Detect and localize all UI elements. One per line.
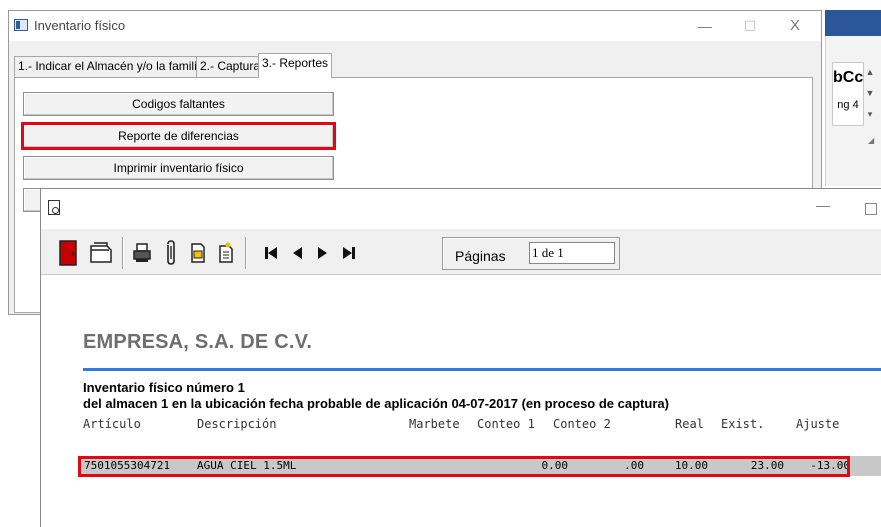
print-preview-icon [48,200,60,215]
ribbon-titlebar [825,10,881,36]
ribbon-styles-area: bCc ng 4 ▲ ▼ ▾ ◢ [825,36,881,186]
next-page-icon[interactable] [313,239,333,267]
preview-toolbar: Páginas 1 de 1 [41,229,881,275]
imprimir-inventario-button[interactable]: Imprimir inventario físico [23,156,334,180]
column-header-articulo: Artículo [83,417,141,431]
app-icon [14,19,28,31]
codigos-faltantes-button[interactable]: Codigos faltantes [23,92,334,116]
column-header-conteo1: Conteo 1 [477,417,535,431]
column-header-real: Real [675,417,704,431]
window-titlebar[interactable]: Inventario físico — ☐ X [9,11,821,41]
column-header-marbete: Marbete [409,417,460,431]
minimize-button[interactable]: — [685,14,725,38]
column-header-descripcion: Descripción [197,417,277,431]
column-header-exist: Exist. [721,417,765,431]
close-button[interactable]: X [775,14,815,38]
pages-label: Páginas [455,248,506,264]
preview-maximize-button[interactable] [865,203,877,215]
reporte-diferencias-button[interactable]: Reporte de diferencias [21,122,336,150]
style-name: ng 4 [837,99,859,111]
report-subtitle: del almacen 1 en la ubicación fecha prob… [83,396,669,411]
gallery-scroll[interactable]: ▲ ▼ ▾ [863,62,877,126]
company-name: EMPRESA, S.A. DE C.V. [83,331,313,353]
style-sample: bCc [833,69,864,86]
page-setup-icon[interactable] [86,239,116,267]
maximize-button[interactable]: ☐ [730,14,770,38]
dialog-launcher-icon[interactable]: ◢ [868,136,874,145]
style-gallery-item[interactable]: bCc ng 4 [832,62,864,126]
export-document-icon[interactable] [187,239,209,267]
previous-page-icon[interactable] [287,239,307,267]
column-header-conteo2: Conteo 2 [553,417,611,431]
new-document-icon[interactable] [215,239,237,267]
page-number-field[interactable]: 1 de 1 [529,242,615,264]
row-highlight-box [78,456,850,477]
preview-titlebar[interactable]: — [41,189,881,229]
tab-almacen[interactable]: 1.- Indicar el Almacén y/o la familia [14,56,208,77]
report-preview-window: — Páginas 1 de 1 EMPRESA, S.A. DE C.V. I… [40,188,881,527]
column-header-ajuste: Ajuste [796,417,840,431]
printer-icon[interactable] [129,239,155,267]
last-page-icon[interactable] [339,239,359,267]
report-page: EMPRESA, S.A. DE C.V. Inventario físico … [41,276,881,527]
exit-door-icon[interactable] [55,239,81,267]
report-title: Inventario físico número 1 [83,380,245,395]
paperclip-icon[interactable] [159,239,181,267]
first-page-icon[interactable] [261,239,281,267]
toolbar-separator [122,237,123,269]
window-title: Inventario físico [34,18,126,33]
toolbar-separator [245,237,246,269]
tab-reportes[interactable]: 3.- Reportes [258,53,333,78]
preview-minimize-button[interactable]: — [816,197,830,213]
pages-indicator: Páginas 1 de 1 [442,237,620,270]
header-divider [83,368,881,371]
tab-captura[interactable]: 2.- Captura [196,56,265,77]
